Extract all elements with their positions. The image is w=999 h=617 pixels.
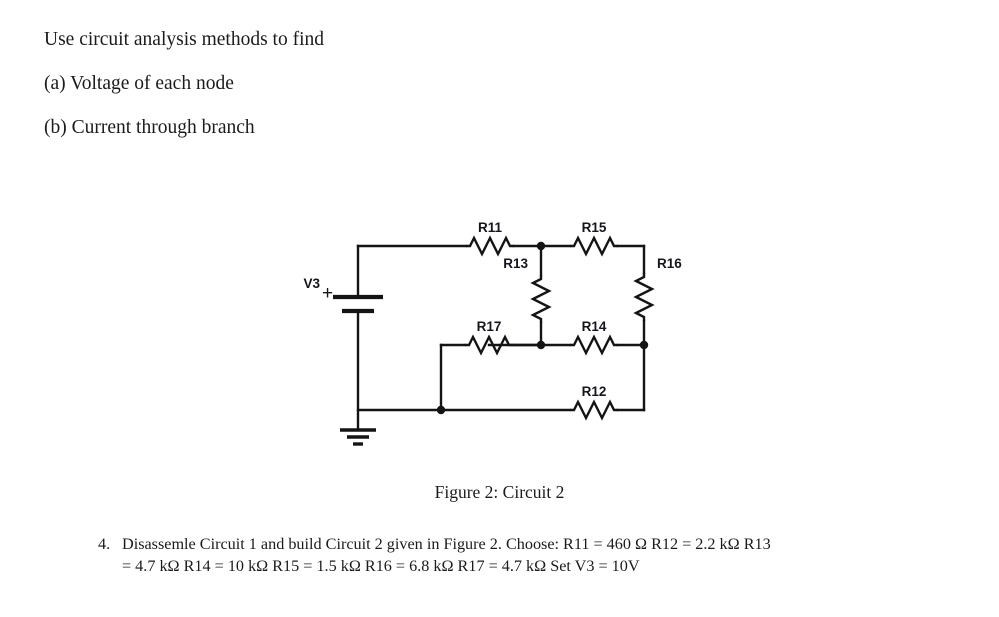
- problem-text: Disassemle Circuit 1 and build Circuit 2…: [122, 534, 958, 577]
- ground-icon: [340, 428, 376, 446]
- circuit-schematic: V3 + R11 R15 R13 R16 R17 R14 R12: [303, 220, 682, 446]
- resistor-r15-label: R15: [582, 220, 607, 235]
- problem-prompt: Use circuit analysis methods to find (a)…: [44, 18, 664, 150]
- resistor-r12-label: R12: [582, 384, 607, 399]
- resistor-r12: [570, 399, 618, 421]
- junction-node-right: [639, 340, 649, 350]
- circuit-figure: V3 + R11 R15 R13 R16 R17 R14 R12: [0, 200, 999, 470]
- resistor-r16-label: R16: [657, 256, 682, 271]
- resistor-r14: [570, 334, 618, 356]
- resistor-r13-label: R13: [503, 256, 528, 271]
- resistor-r13: [530, 275, 552, 323]
- figure-caption: Figure 2: Circuit 2: [434, 482, 565, 502]
- problem-line-1: Disassemle Circuit 1 and build Circuit 2…: [122, 535, 771, 553]
- junction-node-bottom: [436, 405, 446, 415]
- resistor-r14-label: R14: [582, 319, 607, 334]
- voltage-source-label: V3: [303, 276, 320, 291]
- prompt-line-intro: Use circuit analysis methods to find: [44, 29, 324, 50]
- resistor-r15: [570, 235, 618, 257]
- prompt-line-a: (a) Voltage of each node: [44, 73, 234, 94]
- problem-statement: 4. Disassemle Circuit 1 and build Circui…: [98, 534, 958, 577]
- resistor-r16: [633, 273, 655, 321]
- resistor-r17-label: R17: [477, 319, 502, 334]
- resistor-r11: [466, 235, 514, 257]
- problem-line-2: = 4.7 kΩ R14 = 10 kΩ R15 = 1.5 kΩ R16 = …: [122, 556, 640, 575]
- junction-node-top: [536, 241, 546, 251]
- problem-number: 4.: [98, 535, 111, 553]
- junction-node-middle: [536, 340, 546, 350]
- resistor-r11-label: R11: [478, 220, 503, 235]
- voltage-source-polarity: +: [322, 283, 333, 304]
- prompt-line-b: (b) Current through branch: [44, 117, 255, 138]
